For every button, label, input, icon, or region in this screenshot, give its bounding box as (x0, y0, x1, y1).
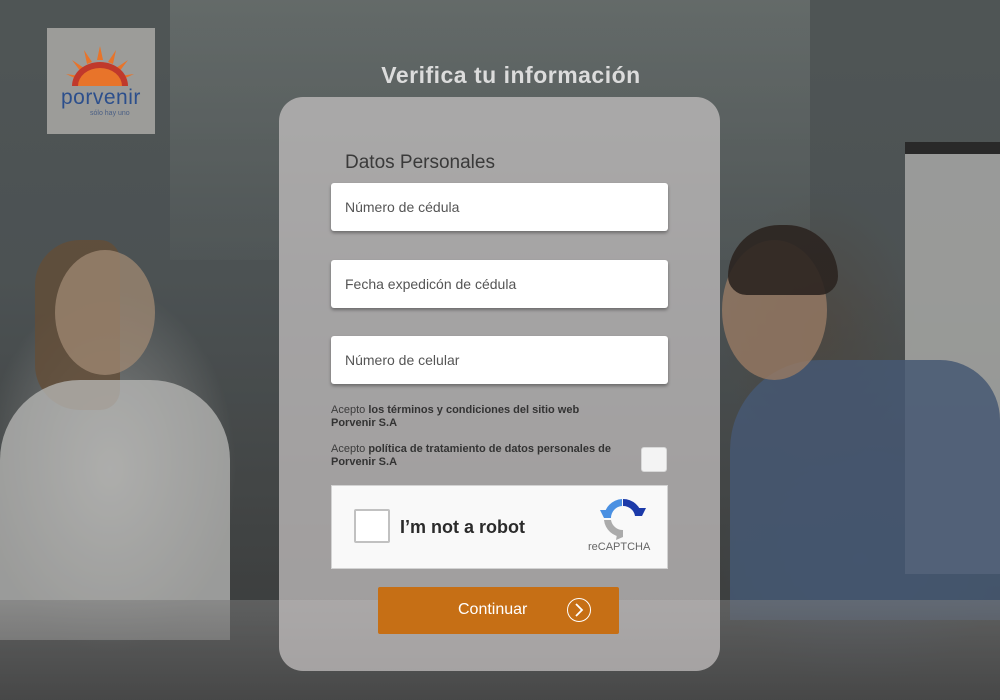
recaptcha-label: I’m not a robot (400, 517, 525, 537)
section-title: Datos Personales (345, 152, 495, 173)
terms-prefix: Acepto (331, 404, 369, 416)
terms-link[interactable]: los términos y condiciones del sitio web… (331, 404, 579, 429)
recaptcha-brand: reCAPTCHA (588, 541, 651, 553)
recaptcha-logo-icon (600, 498, 646, 540)
privacy-prefix: Acepto (331, 443, 369, 455)
continue-button[interactable]: Continuar (378, 587, 619, 634)
brand-name: porvenir (61, 86, 141, 109)
chevron-right-icon (567, 598, 591, 622)
privacy-policy-link[interactable]: política de tratamiento de datos persona… (331, 443, 611, 468)
recaptcha-widget: I’m not a robot reCAPTCHA (331, 485, 668, 569)
id-issue-date-field[interactable] (331, 260, 668, 308)
id-issue-date-input[interactable] (331, 260, 668, 308)
id-number-input[interactable] (331, 183, 668, 231)
mobile-number-field[interactable] (331, 336, 668, 384)
id-number-field[interactable] (331, 183, 668, 231)
page-title: Verifica tu información (381, 62, 641, 88)
brand-tagline: sólo hay uno (90, 110, 130, 117)
recaptcha-checkbox[interactable] (354, 509, 390, 543)
mobile-number-input[interactable] (331, 336, 668, 384)
terms-text: Acepto los términos y condiciones del si… (331, 404, 621, 430)
continue-label: Continuar (458, 601, 528, 618)
accept-terms-checkbox[interactable] (641, 447, 667, 472)
privacy-policy-text: Acepto política de tratamiento de datos … (331, 443, 621, 469)
